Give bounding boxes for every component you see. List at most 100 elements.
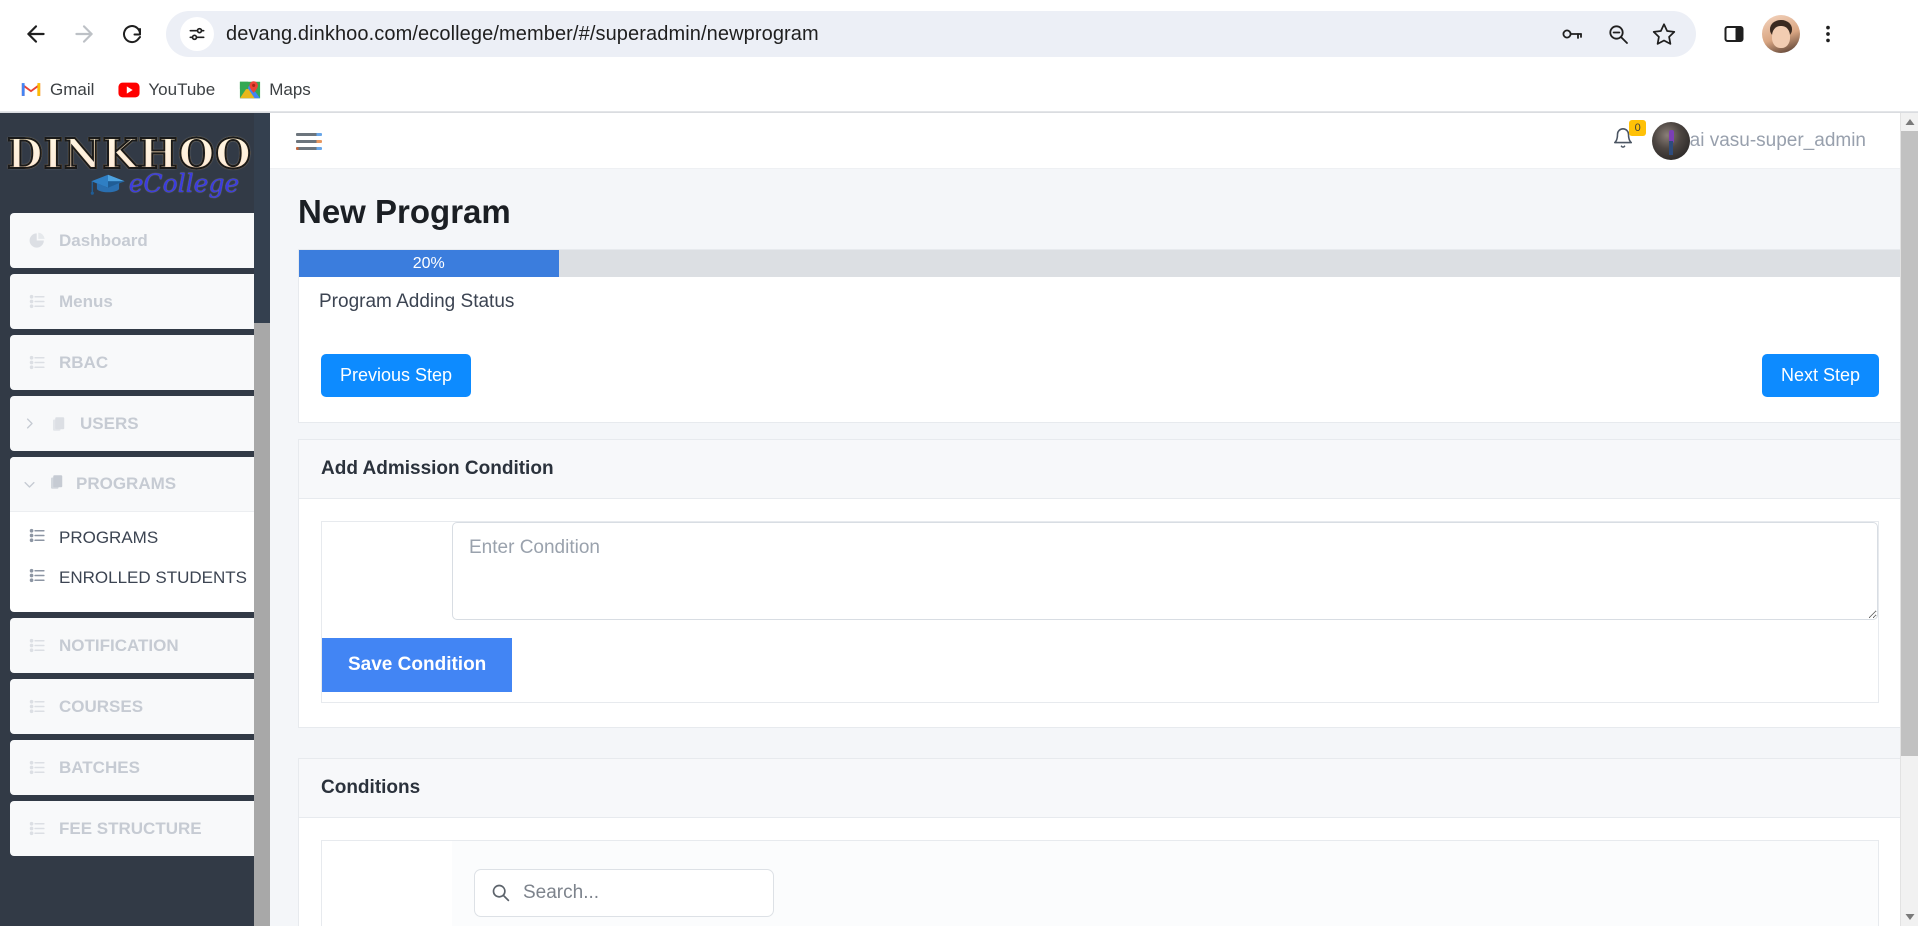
sidebar-subitem-enrolled-students[interactable]: ENROLLED STUDENTS <box>10 558 262 598</box>
panel-gap <box>270 728 1918 758</box>
sidebar-scrollbar-thumb-dark[interactable] <box>254 113 270 323</box>
sidebar-item-label: PROGRAMS <box>76 474 177 493</box>
user-profile[interactable]: sai vasu-super_admin <box>1652 121 1866 160</box>
sidebar-item-label: BATCHES <box>59 757 140 777</box>
three-dot-menu-icon[interactable] <box>1806 12 1850 56</box>
sidebar-item-courses[interactable]: COURSES <box>10 679 262 734</box>
pie-chart-icon <box>28 231 47 250</box>
search-wrapper <box>474 869 774 917</box>
table-right <box>452 841 1878 926</box>
app-header: 0 sai vasu-super_admin <box>270 113 1918 169</box>
bookmarks-bar: Gmail YouTube Maps <box>0 68 1918 112</box>
browser-chrome: devang.dinkhoo.com/ecollege/member/#/sup… <box>0 0 1918 113</box>
list-icon <box>28 526 47 550</box>
list-icon <box>28 636 47 655</box>
sidebar-item-label: USERS <box>80 413 139 433</box>
bookmark-star-icon[interactable] <box>1644 14 1684 54</box>
sidebar-subitem-label: PROGRAMS <box>59 528 159 547</box>
sidebar-item-label: FEE STRUCTURE <box>59 818 202 838</box>
progress-bar-track: 20% <box>299 250 1901 277</box>
address-bar[interactable]: devang.dinkhoo.com/ecollege/member/#/sup… <box>166 11 1696 57</box>
youtube-icon <box>118 79 140 101</box>
logo-main-text: DINKHOO! <box>0 133 270 176</box>
notifications-button[interactable]: 0 <box>1612 120 1647 154</box>
sidebar-scrollbar-thumb[interactable] <box>254 323 270 926</box>
conditions-panel: Conditions <box>298 758 1902 926</box>
sidebar-item-label: COURSES <box>59 696 144 716</box>
chevron-right-icon <box>22 416 38 431</box>
sidebar-subitem-programs[interactable]: PROGRAMS <box>10 512 262 558</box>
bookmark-label: Gmail <box>50 79 95 99</box>
sidebar-subitem-label: ENROLLED STUDENTS <box>59 568 247 587</box>
sidebar-item-batches[interactable]: BATCHES <box>10 740 262 795</box>
zoom-out-icon[interactable] <box>1598 14 1638 54</box>
reload-button[interactable] <box>110 12 154 56</box>
url-text[interactable]: devang.dinkhoo.com/ecollege/member/#/sup… <box>214 23 1552 46</box>
header-right: 0 sai vasu-super_admin <box>1612 120 1902 160</box>
list-icon <box>28 566 47 590</box>
page-scrollbar[interactable] <box>1900 113 1918 926</box>
condition-form: Save Condition <box>321 521 1879 703</box>
conditions-table-box <box>321 840 1879 926</box>
list-icon <box>28 292 47 311</box>
sidebar: DINKHOO! eCollege Dashboard Menus RBAC U… <box>0 113 270 926</box>
sidebar-scrollbar[interactable] <box>254 113 270 926</box>
sidebar-item-menus[interactable]: Menus <box>10 274 262 329</box>
sidebar-item-fee-structure[interactable]: FEE STRUCTURE <box>10 801 262 856</box>
toolbar-right-actions <box>1712 12 1850 56</box>
copy-icon <box>48 473 66 496</box>
page-scrollbar-thumb[interactable] <box>1901 131 1918 756</box>
step-navigation: Previous Step Next Step <box>298 331 1902 423</box>
bookmark-maps[interactable]: Maps <box>229 74 321 106</box>
key-icon[interactable] <box>1552 14 1592 54</box>
site-settings-icon[interactable] <box>180 17 214 51</box>
notification-count-badge: 0 <box>1629 120 1647 136</box>
panel-body: Save Condition <box>299 499 1901 727</box>
copy-icon <box>50 415 68 433</box>
bookmark-label: YouTube <box>148 79 216 99</box>
search-icon <box>490 882 511 908</box>
list-icon <box>28 819 47 838</box>
save-condition-button[interactable]: Save Condition <box>322 638 513 692</box>
chevron-down-icon <box>22 477 38 492</box>
content-area: 0 sai vasu-super_admin New Program 20% P… <box>270 113 1918 926</box>
sidebar-item-label: Menus <box>59 291 113 311</box>
sidebar-item-programs[interactable]: PROGRAMS <box>10 457 262 512</box>
sidebar-item-label: NOTIFICATION <box>59 635 179 655</box>
scroll-down-arrow-icon[interactable] <box>1901 908 1918 926</box>
gmail-icon <box>20 79 42 101</box>
sidebar-item-notification[interactable]: NOTIFICATION <box>10 618 262 673</box>
omnibox-actions <box>1552 14 1688 54</box>
panel-body <box>299 818 1901 926</box>
progress-status-label: Program Adding Status <box>319 291 515 312</box>
sidebar-item-dashboard[interactable]: Dashboard <box>10 213 262 268</box>
back-button[interactable] <box>14 12 58 56</box>
panel-title: Conditions <box>299 759 1901 818</box>
search-input[interactable] <box>474 869 774 917</box>
condition-input[interactable] <box>452 522 1878 620</box>
scroll-up-arrow-icon[interactable] <box>1901 113 1918 131</box>
sidebar-item-rbac[interactable]: RBAC <box>10 335 262 390</box>
bookmark-gmail[interactable]: Gmail <box>10 74 104 106</box>
browser-toolbar: devang.dinkhoo.com/ecollege/member/#/sup… <box>0 0 1918 68</box>
list-icon <box>28 353 47 372</box>
side-panel-icon[interactable] <box>1712 12 1756 56</box>
sidebar-item-label: Dashboard <box>59 230 148 250</box>
app-logo[interactable]: DINKHOO! eCollege <box>0 113 270 213</box>
user-name-label: sai vasu-super_admin <box>1680 129 1866 151</box>
sidebar-item-label: RBAC <box>59 352 109 372</box>
table-left-spacer <box>322 841 452 926</box>
progress-bar-fill: 20% <box>299 250 559 277</box>
list-icon <box>28 697 47 716</box>
add-admission-condition-panel: Add Admission Condition Save Condition <box>298 439 1902 728</box>
avatar <box>1652 121 1691 160</box>
previous-step-button[interactable]: Previous Step <box>321 354 472 397</box>
sidebar-item-users[interactable]: USERS <box>10 396 262 451</box>
hamburger-menu-icon[interactable] <box>296 131 322 150</box>
forward-button[interactable] <box>62 12 106 56</box>
list-icon <box>28 758 47 777</box>
next-step-button[interactable]: Next Step <box>1761 354 1879 397</box>
chrome-profile-avatar[interactable] <box>1762 15 1800 53</box>
bookmark-youtube[interactable]: YouTube <box>108 74 225 106</box>
panel-title: Add Admission Condition <box>299 440 1901 499</box>
